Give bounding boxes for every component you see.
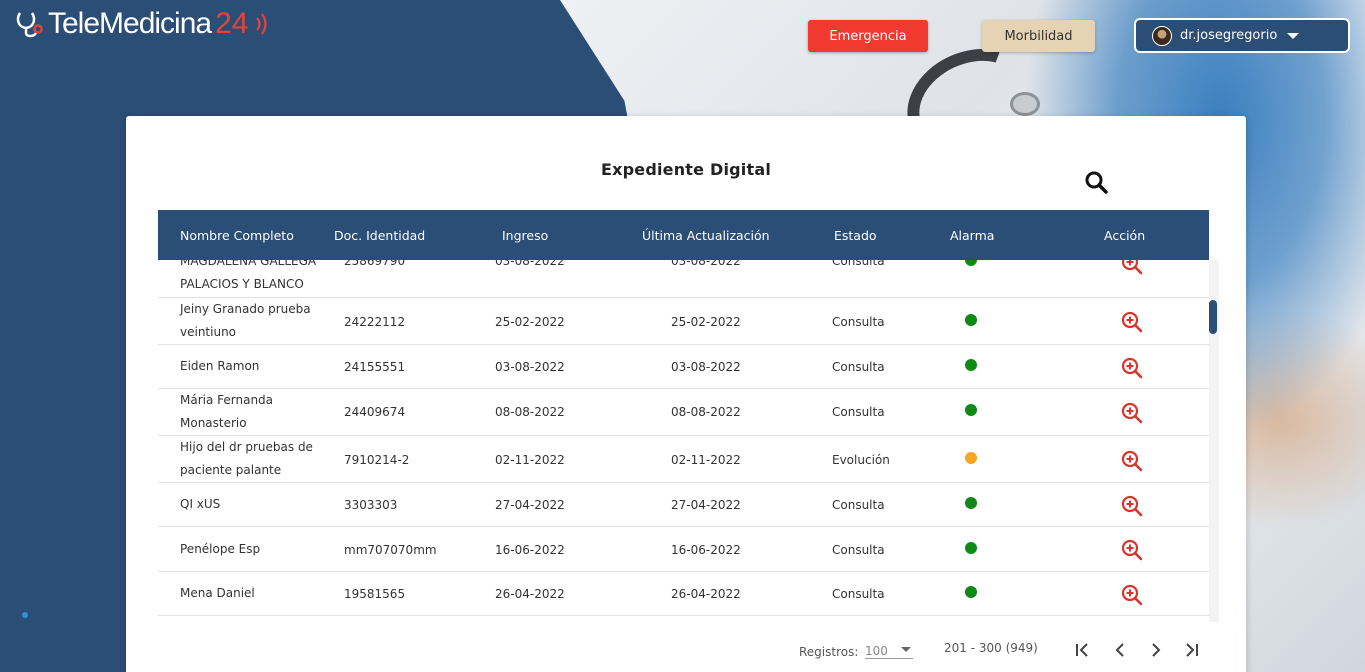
last-page-icon[interactable] <box>1181 640 1201 660</box>
cell-ingreso: 27-04-2022 <box>495 498 565 512</box>
cell-last-update: 03-08-2022 <box>671 360 741 374</box>
table-row[interactable]: Jeiny Granado prueba veintiuno 24222112 … <box>158 298 1209 345</box>
previous-page-icon[interactable] <box>1110 640 1130 660</box>
column-header-name[interactable]: Nombre Completo <box>180 228 294 243</box>
stethoscope-head-graphic <box>1010 92 1040 116</box>
column-header-last-update[interactable]: Última Actualización <box>642 228 770 243</box>
user-menu-button[interactable]: dr.josegregorio <box>1134 18 1350 53</box>
table-row[interactable]: Mária Fernanda Monasterio 24409674 08-08… <box>158 389 1209 436</box>
table-row[interactable]: Hijo del dr pruebas de paciente palante … <box>158 436 1209 483</box>
cell-document: 25869790 <box>344 260 406 268</box>
zoom-in-icon[interactable] <box>1121 539 1143 561</box>
page-title: Expediente Digital <box>600 160 772 179</box>
records-per-page-label: Registros: <box>799 645 859 659</box>
cell-status: Evolución <box>832 453 890 467</box>
cell-ingreso: 08-08-2022 <box>495 405 565 419</box>
cell-name: Hijo del dr pruebas de paciente palante <box>180 440 313 477</box>
cell-ingreso: 03-08-2022 <box>495 360 565 374</box>
cell-ingreso: 25-02-2022 <box>495 315 565 329</box>
first-page-icon[interactable] <box>1073 640 1093 660</box>
cell-last-update: 16-06-2022 <box>671 543 741 557</box>
stethoscope-logo-icon <box>16 12 43 38</box>
cell-document: mm707070mm <box>344 543 437 557</box>
alarm-indicator <box>965 314 977 326</box>
column-header-action: Acción <box>1104 228 1146 243</box>
zoom-in-icon[interactable] <box>1121 495 1143 517</box>
records-per-page-value: 100 <box>865 644 888 658</box>
cell-status: Consulta <box>832 405 885 419</box>
zoom-in-icon[interactable] <box>1121 260 1143 275</box>
logo-number: 24 <box>215 7 249 40</box>
morbidity-button[interactable]: Morbilidad <box>982 20 1095 52</box>
cell-ingreso: 03-08-2022 <box>495 260 565 268</box>
cell-last-update: 25-02-2022 <box>671 315 741 329</box>
records-card: Expediente Digital Nombre Completo Doc. … <box>126 116 1246 672</box>
signal-waves-icon <box>256 13 268 35</box>
zoom-in-icon[interactable] <box>1121 311 1143 333</box>
app-logo[interactable]: TeleMedicina 24 <box>14 6 272 42</box>
cell-ingreso: 02-11-2022 <box>495 453 565 467</box>
cell-document: 24155551 <box>344 360 406 374</box>
alarm-indicator <box>965 260 977 266</box>
search-icon[interactable] <box>1084 170 1108 194</box>
cell-name: Mena Daniel <box>180 586 255 600</box>
cell-name: QI xUS <box>180 497 221 511</box>
zoom-in-icon[interactable] <box>1121 450 1143 472</box>
alarm-indicator <box>965 404 977 416</box>
column-header-ingreso[interactable]: Ingreso <box>502 228 548 243</box>
cell-status: Consulta <box>832 260 885 268</box>
zoom-in-icon[interactable] <box>1121 357 1143 379</box>
cell-ingreso: 16-06-2022 <box>495 543 565 557</box>
table-row[interactable]: Eiden Ramon 24155551 03-08-2022 03-08-20… <box>158 345 1209 389</box>
cell-document: 3303303 <box>344 498 398 512</box>
avatar <box>1152 25 1172 46</box>
cell-document: 7910214-2 <box>344 453 410 467</box>
page-range: 201 - 300 (949) <box>944 641 1038 655</box>
zoom-in-icon[interactable] <box>1121 584 1143 606</box>
alarm-indicator <box>965 586 977 598</box>
alarm-indicator <box>965 497 977 509</box>
cell-last-update: 26-04-2022 <box>671 587 741 601</box>
cell-ingreso: 26-04-2022 <box>495 587 565 601</box>
user-name: dr.josegregorio <box>1180 28 1278 43</box>
table-row[interactable]: Penélope Esp mm707070mm 16-06-2022 16-06… <box>158 527 1209 572</box>
cell-status: Consulta <box>832 360 885 374</box>
caret-down-icon <box>1287 32 1300 39</box>
records-per-page-select[interactable]: 100 <box>865 639 913 659</box>
cell-status: Consulta <box>832 587 885 601</box>
cell-last-update: 03-08-2022 <box>671 260 741 268</box>
cell-last-update: 02-11-2022 <box>671 453 741 467</box>
table-row[interactable]: QI xUS 3303303 27-04-2022 27-04-2022 Con… <box>158 483 1209 527</box>
cell-name: Mária Fernanda Monasterio <box>180 393 274 430</box>
alarm-indicator <box>965 359 977 371</box>
cell-status: Consulta <box>832 543 885 557</box>
cell-name: Penélope Esp <box>180 542 261 556</box>
scrollbar-thumb[interactable] <box>1209 300 1217 334</box>
cell-status: Consulta <box>832 498 885 512</box>
cell-status: Consulta <box>832 315 885 329</box>
cell-document: 24409674 <box>344 405 406 419</box>
zoom-in-icon[interactable] <box>1121 402 1143 424</box>
chevron-down-icon <box>901 647 911 652</box>
cell-document: 24222112 <box>344 315 406 329</box>
table-body[interactable]: MAGDALENA GALLEGA PALACIOS Y BLANCO 2586… <box>158 260 1209 622</box>
cell-last-update: 27-04-2022 <box>671 498 741 512</box>
cell-name: Eiden Ramon <box>180 359 260 373</box>
emergency-button[interactable]: Emergencia <box>808 20 928 52</box>
column-header-status[interactable]: Estado <box>834 228 877 243</box>
cell-document: 19581565 <box>344 587 406 601</box>
column-header-document[interactable]: Doc. Identidad <box>334 228 425 243</box>
table-header: Nombre Completo Doc. Identidad Ingreso Ú… <box>158 210 1209 260</box>
next-page-icon[interactable] <box>1146 640 1166 660</box>
alarm-indicator <box>965 542 977 554</box>
table-row[interactable]: Mena Daniel 19581565 26-04-2022 26-04-20… <box>158 572 1209 616</box>
cell-name: Jeiny Granado prueba veintiuno <box>180 302 311 339</box>
logo-text: TeleMedicina <box>48 7 212 40</box>
alarm-indicator <box>965 452 977 464</box>
cell-name: MAGDALENA GALLEGA PALACIOS Y BLANCO <box>180 260 317 291</box>
indicator-dot <box>22 612 28 618</box>
table-row[interactable]: MAGDALENA GALLEGA PALACIOS Y BLANCO 2586… <box>158 260 1209 298</box>
column-header-alarm[interactable]: Alarma <box>950 228 994 243</box>
cell-last-update: 08-08-2022 <box>671 405 741 419</box>
